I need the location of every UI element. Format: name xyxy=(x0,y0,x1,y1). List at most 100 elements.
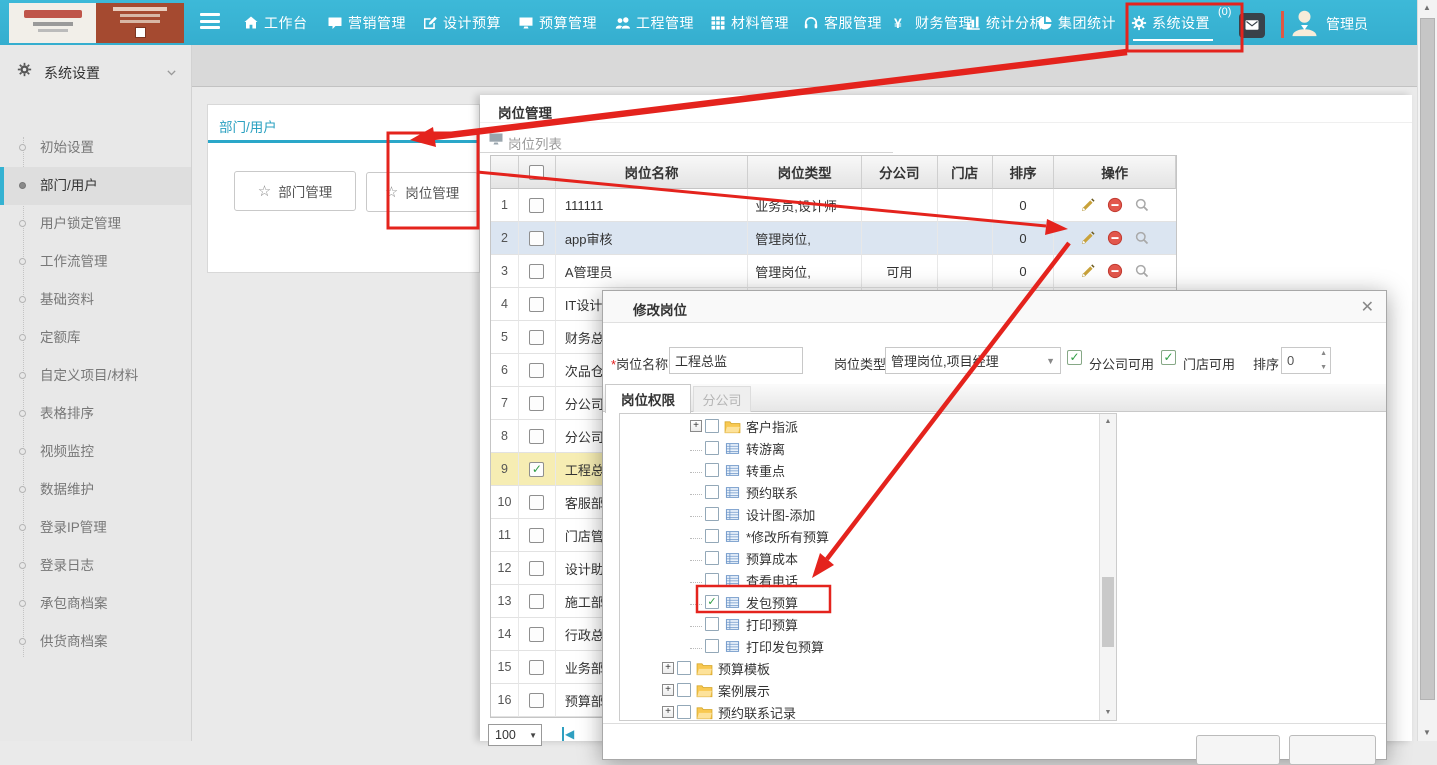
nav-item-materials[interactable]: 材料管理 xyxy=(710,0,789,45)
branch-available-checkbox[interactable]: ✓ xyxy=(1067,350,1082,365)
nav-item-budget[interactable]: 预算管理 xyxy=(518,0,597,45)
sidebar-item-quota-db[interactable]: 定额库 xyxy=(0,319,191,357)
view-icon[interactable] xyxy=(1134,230,1150,246)
tree-checkbox[interactable] xyxy=(677,683,691,697)
tree-checkbox[interactable] xyxy=(705,617,719,631)
page-size-select[interactable]: 100 ▼ xyxy=(488,724,542,746)
sidebar-item-custom-items[interactable]: 自定义项目/材料 xyxy=(0,357,191,395)
sidebar-item-data-maintain[interactable]: 数据维护 xyxy=(0,471,191,509)
nav-item-stats[interactable]: 统计分析 xyxy=(965,0,1044,45)
sort-stepper[interactable]: 0 ▲ ▼ xyxy=(1281,347,1331,374)
modal-footer-button[interactable] xyxy=(1289,735,1376,765)
modal-footer-button[interactable] xyxy=(1196,735,1280,765)
expand-plus-icon[interactable]: + xyxy=(662,662,674,674)
nav-item-settings[interactable]: 系统设置 xyxy=(1131,0,1210,45)
row-checkbox[interactable] xyxy=(529,231,544,246)
tree-scrollbar-thumb[interactable] xyxy=(1102,577,1114,647)
row-checkbox[interactable] xyxy=(529,363,544,378)
remove-icon[interactable] xyxy=(1107,263,1123,279)
stepper-down-icon[interactable]: ▼ xyxy=(1320,364,1327,371)
row-checkbox[interactable] xyxy=(529,330,544,345)
edit-pencil-icon[interactable] xyxy=(1080,263,1096,279)
row-checkbox[interactable] xyxy=(529,198,544,213)
row-checkbox[interactable] xyxy=(529,264,544,279)
sidebar-item-basic-data[interactable]: 基础资料 xyxy=(0,281,191,319)
sidebar-item-contractor-files[interactable]: 承包商档案 xyxy=(0,585,191,623)
edit-pencil-icon[interactable] xyxy=(1080,230,1096,246)
row-checkbox[interactable] xyxy=(529,396,544,411)
tree-checkbox[interactable] xyxy=(677,661,691,675)
sidebar-item-login-ip[interactable]: 登录IP管理 xyxy=(0,509,191,547)
nav-item-design-budget[interactable]: 设计预算 xyxy=(422,0,501,45)
tree-checkbox[interactable] xyxy=(705,463,719,477)
tree-checkbox[interactable] xyxy=(705,507,719,521)
tab-dept-users[interactable]: 部门/用户 xyxy=(219,116,277,136)
tree-checkbox[interactable] xyxy=(705,639,719,653)
row-checkbox[interactable] xyxy=(529,429,544,444)
remove-icon[interactable] xyxy=(1107,230,1123,246)
sidebar-item-table-sort[interactable]: 表格排序 xyxy=(0,395,191,433)
user-name[interactable]: 管理员 xyxy=(1326,14,1368,34)
row-checkbox[interactable] xyxy=(529,561,544,576)
nav-item-group-stats[interactable]: 集团统计 xyxy=(1037,0,1116,45)
row-checkbox[interactable] xyxy=(529,297,544,312)
tree-checkbox[interactable] xyxy=(705,551,719,565)
view-icon[interactable] xyxy=(1134,263,1150,279)
company-logo[interactable] xyxy=(9,3,184,43)
first-page-icon[interactable]: ◀ xyxy=(562,727,574,741)
post-manage-button[interactable]: ☆ 岗位管理 xyxy=(366,172,478,212)
post-name-input[interactable] xyxy=(669,347,803,374)
nav-item-engineering[interactable]: 工程管理 xyxy=(615,0,694,45)
row-checkbox[interactable] xyxy=(529,627,544,642)
sidebar-item-login-log[interactable]: 登录日志 xyxy=(0,547,191,585)
row-checkbox[interactable]: ✓ xyxy=(529,462,544,477)
expand-plus-icon[interactable]: + xyxy=(662,706,674,718)
remove-icon[interactable] xyxy=(1107,197,1123,213)
close-icon[interactable]: ✕ xyxy=(1361,297,1374,317)
tree-checkbox[interactable] xyxy=(705,419,719,433)
sidebar-header[interactable]: 系统设置 xyxy=(0,53,191,89)
expand-plus-icon[interactable]: + xyxy=(690,420,702,432)
tree-checkbox[interactable]: ✓ xyxy=(705,595,719,609)
view-icon[interactable] xyxy=(1134,197,1150,213)
user-avatar[interactable] xyxy=(1289,7,1320,39)
nav-item-finance[interactable]: ¥财务管理 xyxy=(894,0,973,45)
tree-scrollbar[interactable]: ▲ ▼ xyxy=(1099,414,1116,720)
stepper-up-icon[interactable]: ▲ xyxy=(1320,350,1327,357)
tree-checkbox[interactable] xyxy=(705,573,719,587)
tab-post-permissions[interactable]: 岗位权限 xyxy=(605,384,691,413)
sidebar-item-workflow[interactable]: 工作流管理 xyxy=(0,243,191,281)
sidebar-item-supplier-files[interactable]: 供货商档案 xyxy=(0,623,191,661)
hamburger-menu-icon[interactable] xyxy=(200,13,222,32)
tree-checkbox[interactable] xyxy=(705,529,719,543)
row-checkbox[interactable] xyxy=(529,660,544,675)
nav-item-customer-service[interactable]: 客服管理 xyxy=(803,0,882,45)
sidebar-item-dept-users[interactable]: 部门/用户 xyxy=(0,167,191,205)
scroll-up-icon[interactable]: ▲ xyxy=(1418,0,1436,16)
select-all-checkbox[interactable] xyxy=(529,165,544,180)
tab-branches[interactable]: 分公司 xyxy=(693,386,751,412)
tree-checkbox[interactable] xyxy=(677,705,691,719)
edit-pencil-icon[interactable] xyxy=(1080,197,1096,213)
post-type-select[interactable]: 管理岗位,项目经理 ▼ xyxy=(885,347,1061,374)
row-checkbox[interactable] xyxy=(529,528,544,543)
tree-checkbox[interactable] xyxy=(705,441,719,455)
scrollbar-thumb[interactable] xyxy=(1420,18,1435,700)
scroll-down-icon[interactable]: ▼ xyxy=(1100,705,1116,720)
row-checkbox[interactable] xyxy=(529,495,544,510)
expand-plus-icon[interactable]: + xyxy=(662,684,674,696)
nav-item-marketing[interactable]: 营销管理 xyxy=(327,0,406,45)
dept-manage-button[interactable]: ☆ 部门管理 xyxy=(234,171,356,211)
row-checkbox[interactable] xyxy=(529,594,544,609)
sidebar-item-user-lock[interactable]: 用户锁定管理 xyxy=(0,205,191,243)
store-available-checkbox[interactable]: ✓ xyxy=(1161,350,1176,365)
sidebar-item-video-monitor[interactable]: 视频监控 xyxy=(0,433,191,471)
message-envelope-icon[interactable] xyxy=(1239,13,1265,38)
row-checkbox[interactable] xyxy=(529,693,544,708)
scroll-down-icon[interactable]: ▼ xyxy=(1418,725,1436,741)
sidebar-item-initial-setup[interactable]: 初始设置 xyxy=(0,129,191,167)
page-scrollbar[interactable]: ▲ ▼ xyxy=(1417,0,1437,741)
scroll-up-icon[interactable]: ▲ xyxy=(1100,414,1116,429)
tree-checkbox[interactable] xyxy=(705,485,719,499)
nav-item-workbench[interactable]: 工作台 xyxy=(243,0,308,45)
